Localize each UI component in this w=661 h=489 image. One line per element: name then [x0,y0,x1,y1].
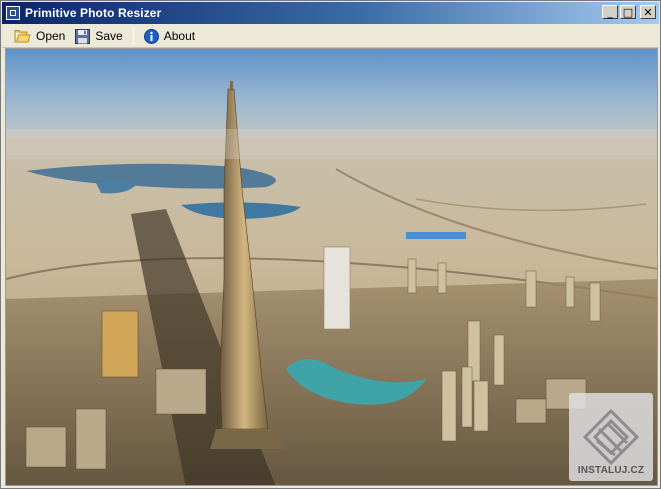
info-icon [143,28,159,44]
minimize-button[interactable]: _ [602,5,618,19]
watermark-text: INSTALUJ.CZ [577,465,645,476]
save-label: Save [95,29,123,43]
watermark-badge: INSTALUJ.CZ [569,393,653,481]
window-title: Primitive Photo Resizer [25,6,162,20]
folder-open-icon [14,30,31,43]
open-button[interactable]: Open [10,26,69,46]
about-label: About [163,29,196,43]
loaded-photo [6,49,657,485]
toolbar-separator [132,27,134,45]
maximize-button[interactable]: □ [620,5,636,19]
window-controls: _ □ ✕ [602,5,656,19]
app-window: Primitive Photo Resizer _ □ ✕ Open Save [0,0,661,489]
image-viewport[interactable]: INSTALUJ.CZ [5,48,658,486]
save-button[interactable]: Save [71,26,126,46]
open-label: Open [36,29,66,43]
title-bar[interactable]: Primitive Photo Resizer _ □ ✕ [2,2,659,24]
about-button[interactable]: About [140,26,199,46]
watermark-logo-icon [582,408,640,465]
close-button[interactable]: ✕ [640,5,656,19]
toolbar: Open Save About [2,25,659,48]
floppy-disk-icon [75,28,91,44]
app-icon[interactable] [6,6,20,20]
